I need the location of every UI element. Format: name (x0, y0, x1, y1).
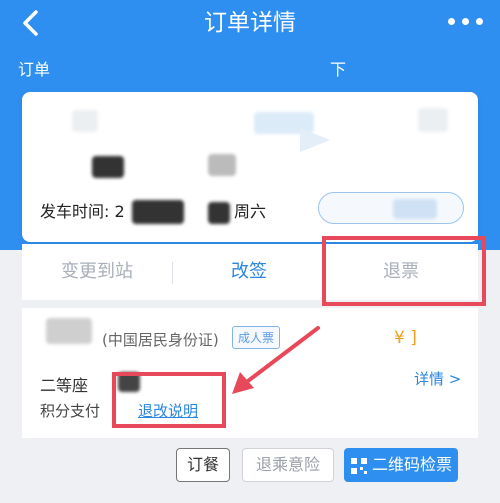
qr-checkin-button[interactable]: 二维码检票 (344, 448, 458, 482)
redacted-arrival (418, 108, 448, 132)
detail-link[interactable]: 详情 > (414, 368, 461, 389)
redacted-arrive-time (208, 154, 236, 176)
redacted-date-2 (208, 202, 230, 224)
departure-time-label: 发车时间: 2 (40, 202, 125, 221)
redacted-date (132, 200, 184, 224)
policy-highlight-box (112, 372, 226, 428)
redacted-station (72, 110, 98, 132)
insurance-button[interactable]: 退乘意险 (242, 448, 334, 482)
redacted-passenger-name (46, 318, 92, 344)
more-options-icon[interactable] (446, 12, 486, 32)
passenger-card: (中国居民身份证) 成人票 ¥ ] 二等座 详情 > 积分支付 退改说明 (22, 308, 478, 438)
order-number-label: 订单 (18, 60, 51, 79)
trip-card: 发车时间: 2 周六 (22, 92, 478, 242)
direction-arrow-icon (300, 128, 330, 152)
action-divider (172, 262, 173, 284)
ticket-type-badge: 成人票 (232, 326, 281, 349)
station-info-button[interactable] (318, 192, 464, 224)
qr-checkin-label: 二维码检票 (371, 455, 452, 474)
refund-highlight-box (322, 236, 486, 306)
qr-code-icon (351, 458, 367, 474)
change-station-button[interactable]: 变更到站 (22, 244, 172, 300)
page-title: 订单详情 (204, 10, 296, 36)
departure-weekday: 周六 (234, 202, 267, 221)
order-meal-button[interactable]: 订餐 (176, 448, 230, 482)
seat-class-label: 二等座 (40, 376, 89, 395)
id-type-label: (中国居民身份证) (102, 331, 219, 349)
order-time-label: 下 (330, 60, 347, 79)
redacted-depart-time (92, 156, 124, 178)
ticket-price: ¥ ] (394, 328, 417, 348)
payment-method-label: 积分支付 (40, 402, 101, 420)
redacted-pill-content (393, 199, 437, 219)
reschedule-button[interactable]: 改签 (174, 244, 324, 300)
